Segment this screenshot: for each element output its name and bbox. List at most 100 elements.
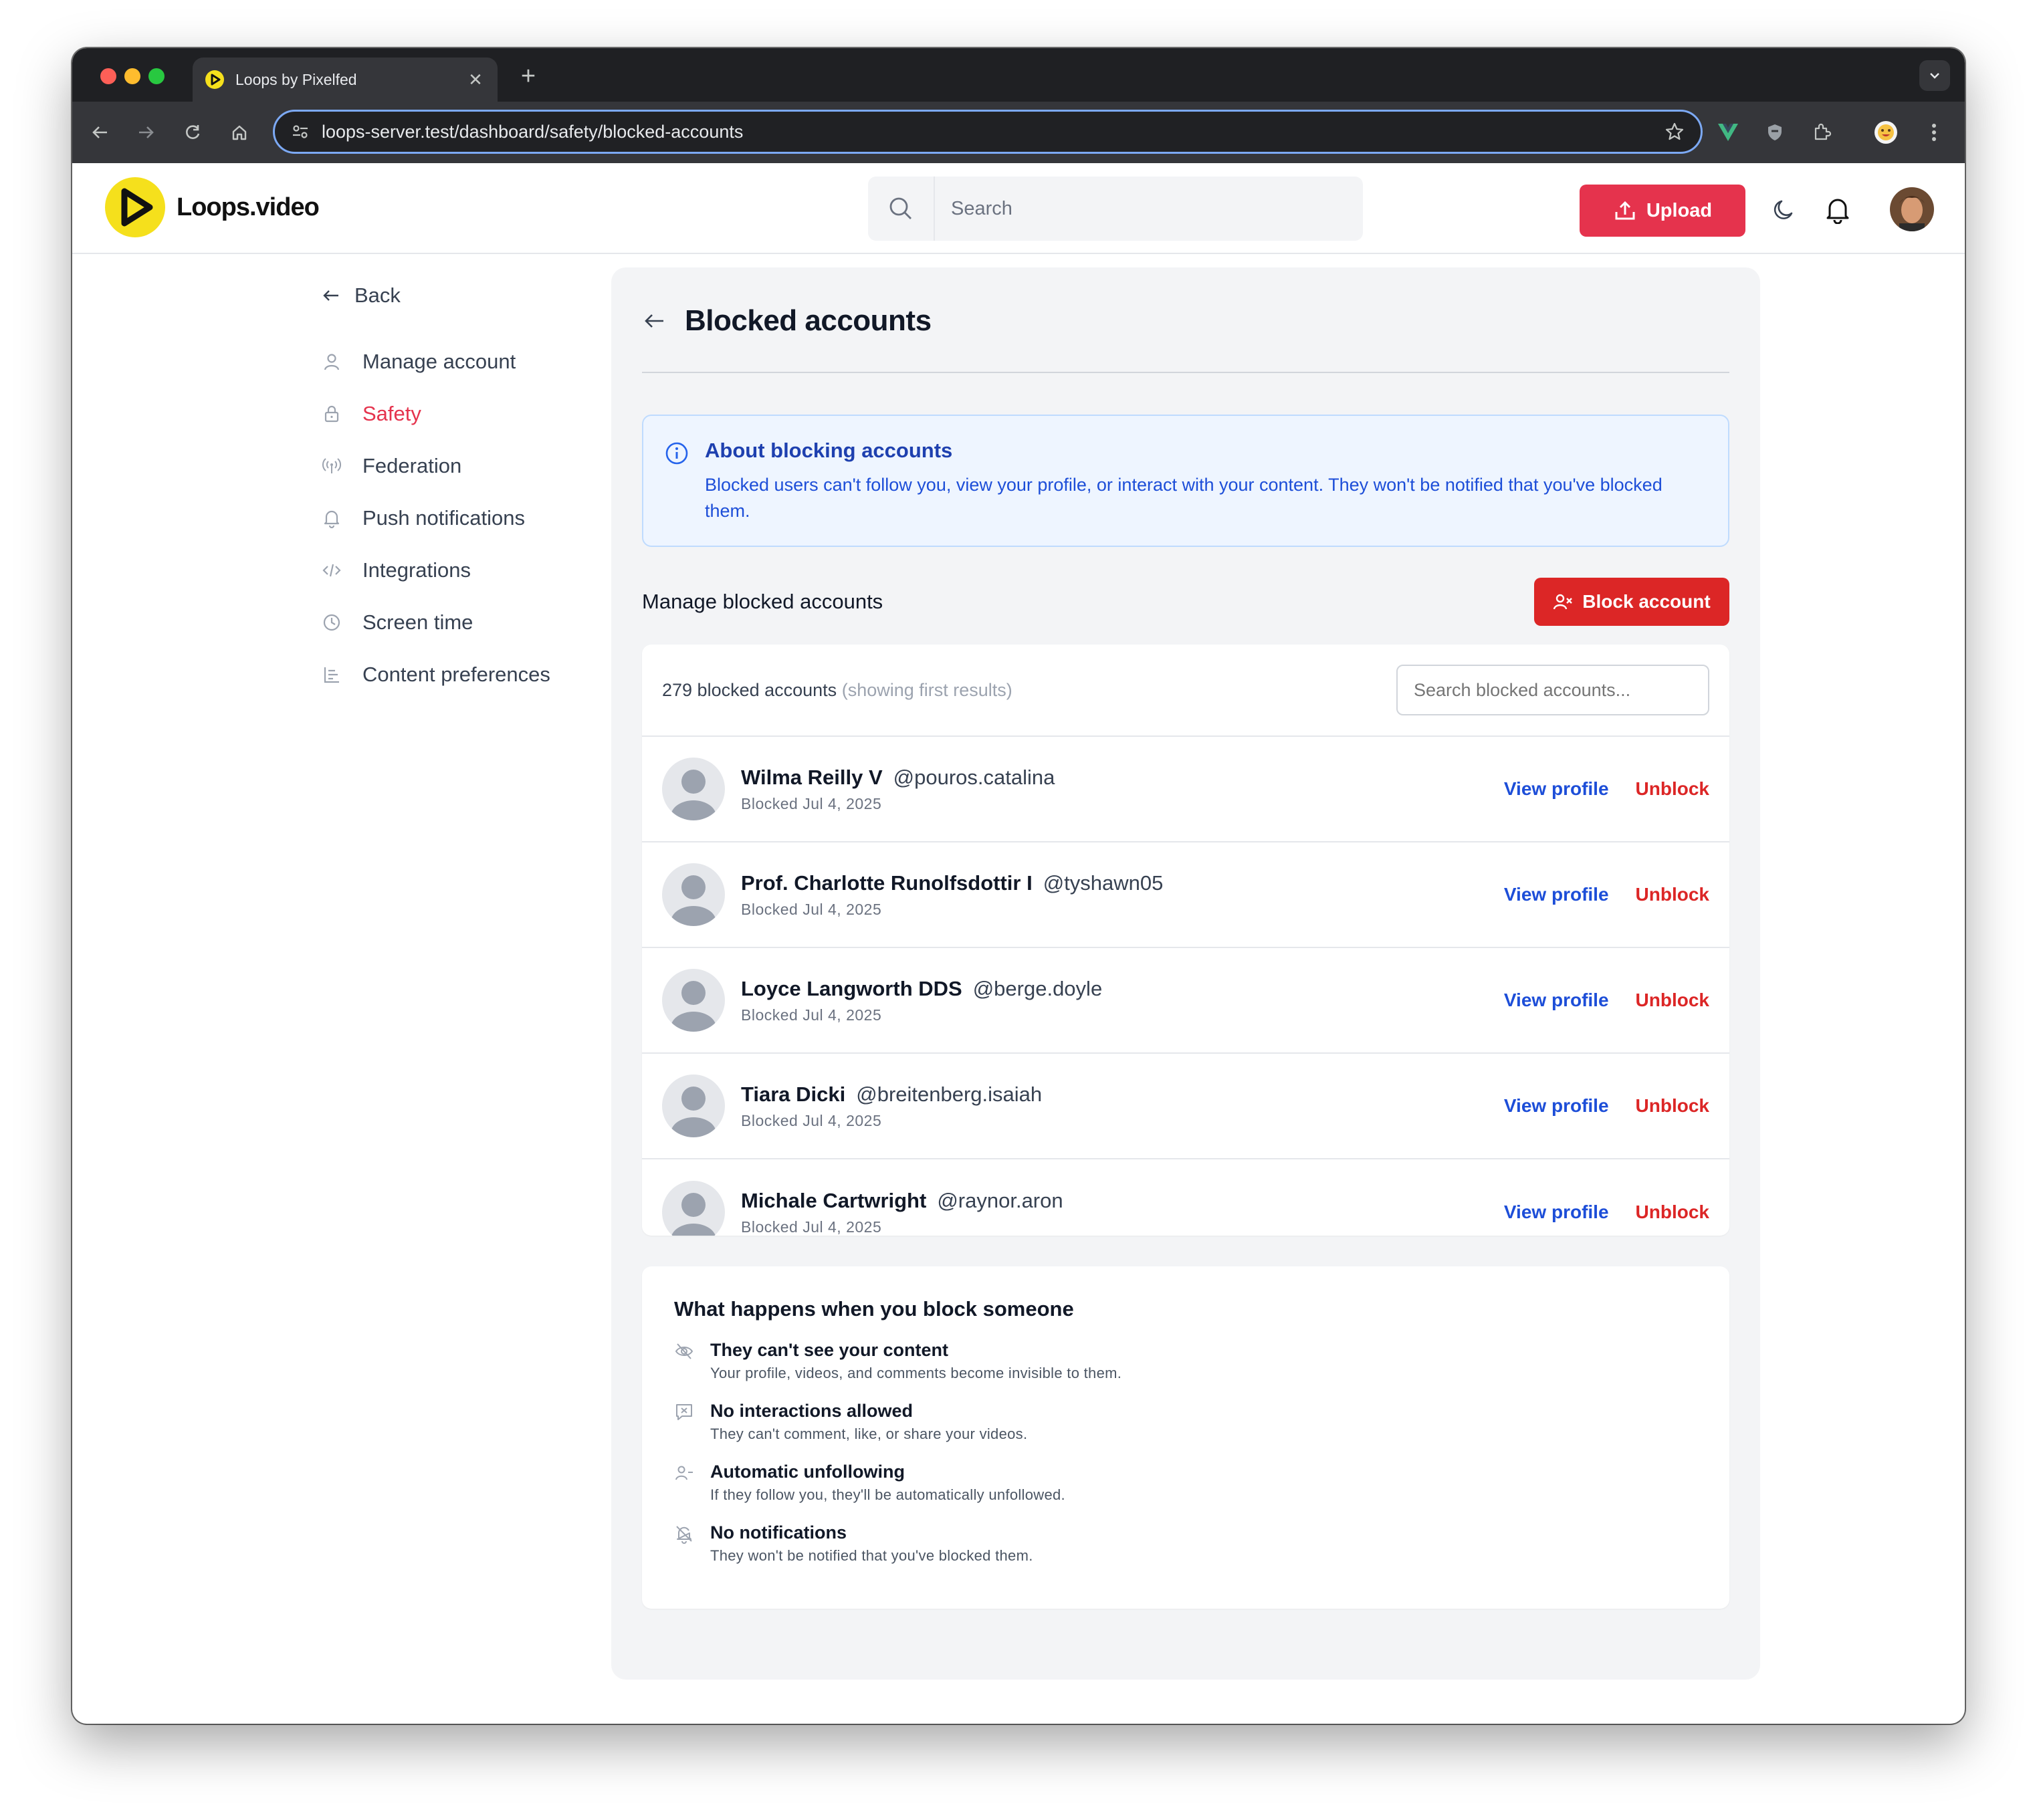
blocked-count: 279 blocked accounts (showing first resu… <box>662 680 1012 701</box>
user-avatar[interactable] <box>1890 187 1934 231</box>
sidebar-item-federation[interactable]: Federation <box>313 440 614 492</box>
back-link[interactable]: Back <box>313 275 614 316</box>
user-x-icon <box>1553 594 1573 610</box>
loops-logo-icon <box>105 177 165 237</box>
bookmark-star-icon[interactable] <box>1665 122 1685 142</box>
back-label: Back <box>354 283 401 307</box>
bell-off-icon <box>676 1526 692 1544</box>
view-profile-link[interactable]: View profile <box>1504 884 1609 905</box>
sidebar-item-content-preferences[interactable]: Content preferences <box>313 649 614 701</box>
browser-menu-button[interactable] <box>1919 118 1949 147</box>
close-window-button[interactable] <box>100 68 116 84</box>
account-info: Tiara Dicki @breitenberg.isaiah Blocked J… <box>741 1083 1504 1130</box>
site-logo[interactable]: Loops.video <box>104 177 320 238</box>
site-search[interactable]: Search <box>868 177 1363 241</box>
site-header: Loops.video Search Upload <box>72 163 1965 254</box>
sidebar-item-label: Federation <box>362 454 462 477</box>
profile-emoji-icon <box>1874 121 1897 144</box>
sidebar-item-push-notifications[interactable]: Push notifications <box>313 492 614 544</box>
minimize-window-button[interactable] <box>124 68 140 84</box>
sidebar-item-manage-account[interactable]: Manage account <box>313 336 614 388</box>
arrow-left-icon[interactable] <box>642 309 666 333</box>
tab-search-button[interactable] <box>1919 60 1950 91</box>
unblock-button[interactable]: Unblock <box>1636 884 1709 905</box>
block-account-label: Block account <box>1582 591 1711 612</box>
shield-extension[interactable] <box>1760 118 1790 147</box>
home-icon <box>232 125 247 140</box>
site-settings-icon <box>293 125 308 138</box>
blocked-accounts-list: 279 blocked accounts (showing first resu… <box>642 645 1729 1236</box>
default-avatar-icon <box>662 863 725 926</box>
tab-bar: Loops by Pixelfed ✕ + <box>72 48 1965 102</box>
settings-sidebar: Back Manage account Safety Federation Pu… <box>313 275 614 701</box>
feature-desc: They can't comment, like, or share your … <box>710 1426 1028 1442</box>
upload-button[interactable]: Upload <box>1580 185 1745 237</box>
profile-button[interactable] <box>1871 118 1901 147</box>
reload-button[interactable] <box>178 118 207 147</box>
unblock-button[interactable]: Unblock <box>1636 1202 1709 1223</box>
lock-icon <box>320 402 344 426</box>
feature-item: They can't see your content Your profile,… <box>674 1340 1729 1382</box>
dark-mode-toggle[interactable] <box>1768 194 1800 226</box>
address-bar[interactable]: loops-server.test/dashboard/safety/block… <box>273 110 1703 154</box>
account-name: Loyce Langworth DDS <box>741 976 962 1000</box>
feature-item: Automatic unfollowing If they follow you,… <box>674 1462 1729 1504</box>
moon-icon <box>1774 200 1793 219</box>
notifications-button[interactable] <box>1822 194 1854 226</box>
browser-tab[interactable]: Loops by Pixelfed ✕ <box>193 58 498 102</box>
sidebar-item-label: Push notifications <box>362 506 525 530</box>
vue-icon <box>1718 124 1738 141</box>
block-account-button[interactable]: Block account <box>1534 578 1729 626</box>
extensions-button[interactable] <box>1807 118 1836 147</box>
unblock-button[interactable]: Unblock <box>1636 778 1709 800</box>
message-x-icon <box>676 1404 692 1420</box>
account-handle: @raynor.aron <box>937 1188 1063 1212</box>
sidebar-item-label: Safety <box>362 402 421 425</box>
home-button[interactable] <box>225 118 254 147</box>
sidebar-item-label: Manage account <box>362 350 516 373</box>
maximize-window-button[interactable] <box>148 68 165 84</box>
blocked-date: Blocked Jul 4, 2025 <box>741 900 882 918</box>
bell-icon <box>1826 199 1849 224</box>
arrow-left-icon <box>323 290 338 301</box>
account-name: Tiara Dicki <box>741 1082 846 1106</box>
account-handle: @berge.doyle <box>972 976 1103 1000</box>
feature-title: No interactions allowed <box>710 1401 914 1421</box>
table-row: Loyce Langworth DDS @berge.doyle Blocked … <box>642 948 1729 1054</box>
back-nav-button[interactable] <box>86 118 115 147</box>
view-profile-link[interactable]: View profile <box>1504 1095 1609 1117</box>
sidebar-item-screen-time[interactable]: Screen time <box>313 596 614 649</box>
list-icon <box>320 663 344 687</box>
forward-nav-button[interactable] <box>131 118 160 147</box>
sidebar-item-label: Integrations <box>362 558 471 582</box>
account-name: Michale Cartwright <box>741 1188 927 1212</box>
search-icon <box>868 177 935 241</box>
what-title: What happens when you block someone <box>674 1297 1074 1321</box>
tab-title: Loops by Pixelfed <box>235 70 357 88</box>
account-handle: @breitenberg.isaiah <box>856 1082 1043 1106</box>
unblock-button[interactable]: Unblock <box>1636 1095 1709 1117</box>
sidebar-item-safety[interactable]: Safety <box>313 388 614 440</box>
view-profile-link[interactable]: View profile <box>1504 990 1609 1011</box>
sidebar-item-integrations[interactable]: Integrations <box>313 544 614 596</box>
user-icon <box>320 350 344 374</box>
account-handle: @tyshawn05 <box>1043 871 1164 895</box>
account-name: Wilma Reilly V <box>741 765 883 789</box>
blocked-date: Blocked Jul 4, 2025 <box>741 1006 882 1024</box>
tab-close-icon[interactable]: ✕ <box>465 70 486 90</box>
view-profile-link[interactable]: View profile <box>1504 778 1609 800</box>
bell-icon <box>320 506 344 530</box>
default-avatar-icon <box>662 1181 725 1236</box>
new-tab-button[interactable]: + <box>514 62 543 91</box>
default-avatar-icon <box>662 758 725 820</box>
account-info: Wilma Reilly V @pouros.catalina Blocked J… <box>741 766 1504 813</box>
arrow-right-icon <box>139 126 154 138</box>
unblock-button[interactable]: Unblock <box>1636 990 1709 1011</box>
url-text: loops-server.test/dashboard/safety/block… <box>322 121 744 142</box>
sidebar-item-label: Content preferences <box>362 663 550 686</box>
table-row: Tiara Dicki @breitenberg.isaiah Blocked J… <box>642 1054 1729 1159</box>
view-profile-link[interactable]: View profile <box>1504 1202 1609 1223</box>
broadcast-icon <box>320 454 344 478</box>
search-blocked-input[interactable] <box>1396 665 1709 715</box>
vue-devtools-extension[interactable] <box>1713 118 1743 147</box>
